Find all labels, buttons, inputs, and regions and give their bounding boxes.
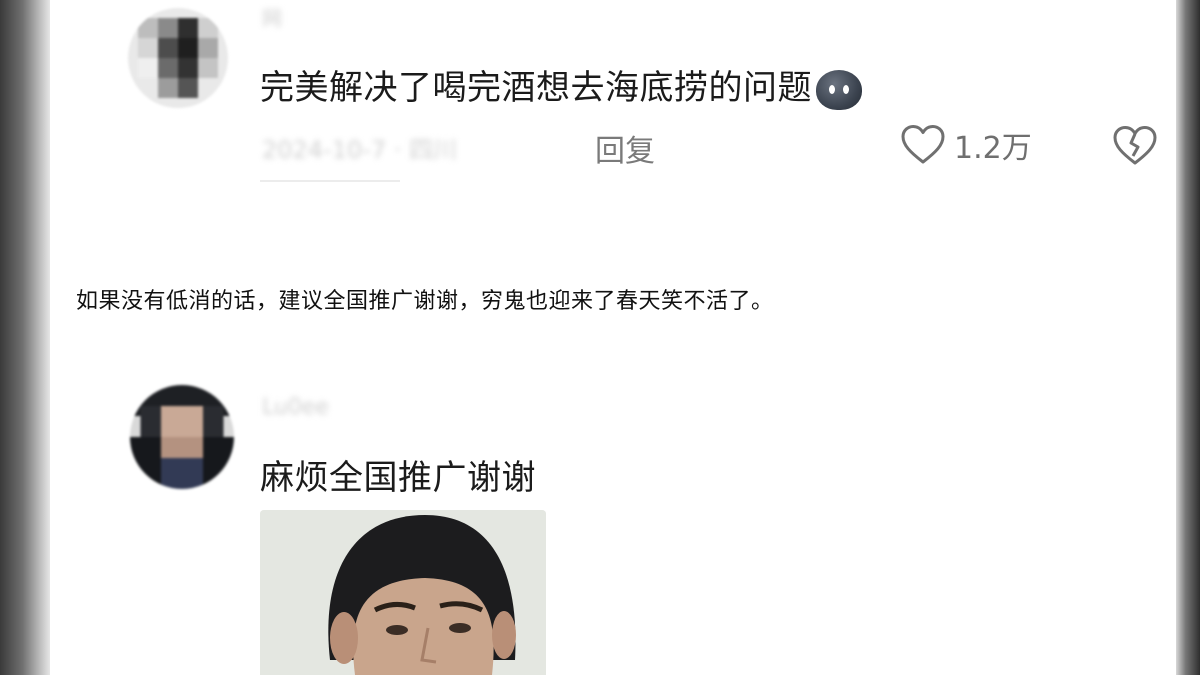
comment2-text: 麻烦全国推广谢谢 <box>260 458 536 498</box>
heart-icon <box>901 125 945 164</box>
video-frame-right-edge <box>1176 0 1200 675</box>
meme-image[interactable] <box>260 510 546 675</box>
comment1-avatar[interactable] <box>128 8 228 108</box>
comment1-text-content: 完美解决了喝完酒想去海底捞的问题 <box>260 68 812 108</box>
video-frame-left-edge <box>0 0 50 675</box>
comment1-text: 完美解决了喝完酒想去海底捞的问题 <box>260 60 862 110</box>
comment-divider <box>260 180 400 182</box>
comment1-timestamp: 2024-10-7 · 四川 <box>262 136 458 164</box>
like-button[interactable]: 1.2万 <box>900 123 1032 167</box>
broken-heart-icon <box>1113 126 1157 165</box>
like-count: 1.2万 <box>954 131 1032 166</box>
comment2-username[interactable]: Lu0ee <box>262 395 329 420</box>
dark-blob-emoji-icon <box>816 69 862 110</box>
comment2-avatar[interactable] <box>130 385 234 489</box>
video-caption: 如果没有低消的话，建议全国推广谢谢，穷鬼也迎来了春天笑不活了。 <box>76 289 774 314</box>
dislike-button[interactable] <box>1112 125 1158 171</box>
reply-button[interactable]: 回复 <box>595 126 655 170</box>
comment1-username[interactable]: 网 <box>262 2 282 31</box>
